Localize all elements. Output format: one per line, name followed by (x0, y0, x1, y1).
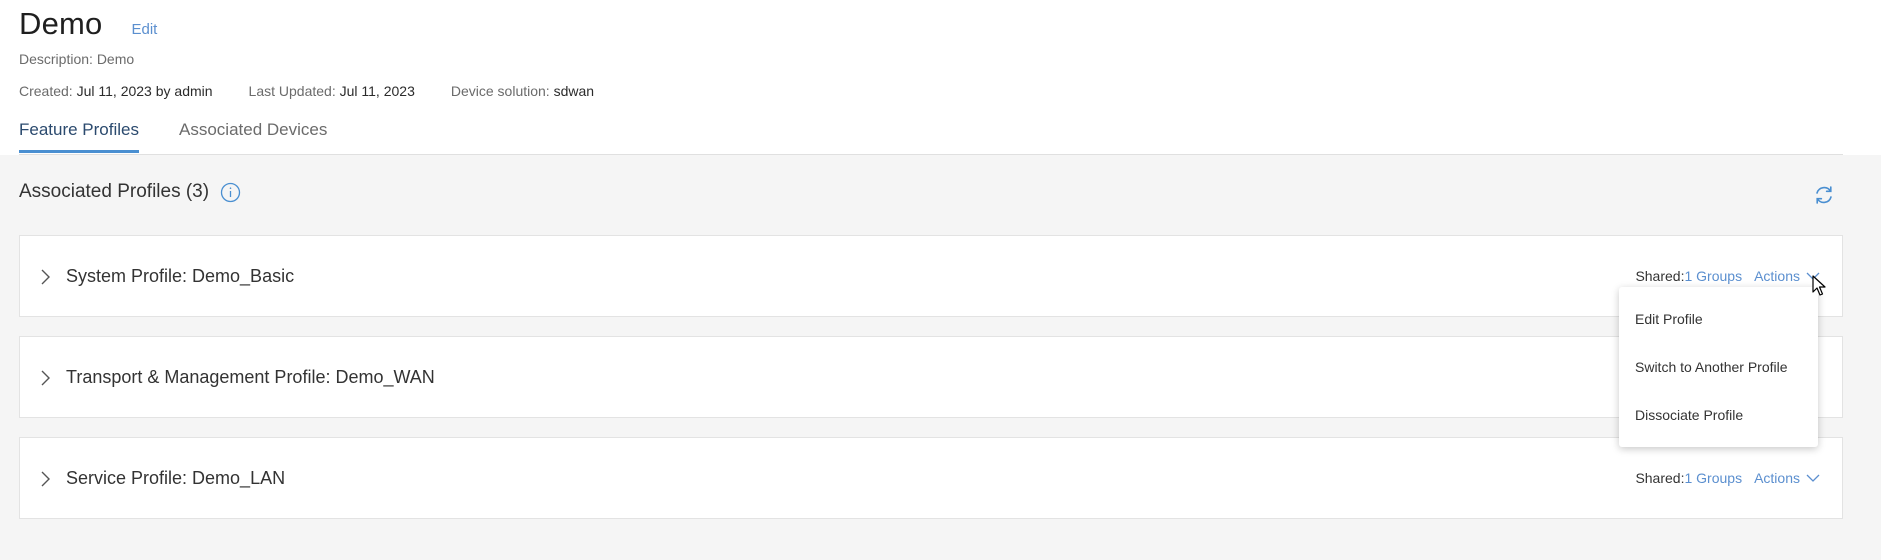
actions-dropdown[interactable]: Actions (1754, 268, 1820, 284)
profile-meta: Shared: 1 Groups Actions (1635, 470, 1820, 486)
tab-bar: Feature Profiles Associated Devices (19, 120, 367, 153)
menu-item-dissociate-profile[interactable]: Dissociate Profile (1619, 395, 1818, 443)
menu-item-edit-profile[interactable]: Edit Profile (1619, 299, 1818, 347)
mouse-cursor-icon (1812, 275, 1826, 296)
page-header: Demo Edit Description: Demo Created: Jul… (0, 0, 1881, 155)
tab-associated-devices[interactable]: Associated Devices (179, 120, 327, 152)
created-info: Created: Jul 11, 2023 by admin (19, 83, 213, 99)
created-label: Created: (19, 83, 73, 99)
description-value: Demo (96, 51, 135, 67)
solution-label: Device solution: (450, 83, 550, 99)
description-label: Description: (19, 51, 93, 67)
updated-value: Jul 11, 2023 (339, 83, 415, 99)
page-title: Demo (19, 6, 103, 41)
groups-link[interactable]: 1 Groups (1684, 470, 1742, 486)
profile-card-transport: Transport & Management Profile: Demo_WAN (19, 336, 1843, 418)
profile-card-system: System Profile: Demo_Basic Shared: 1 Gro… (19, 235, 1843, 317)
edit-link[interactable]: Edit (132, 21, 158, 38)
section-title: Associated Profiles (3) (19, 181, 210, 202)
actions-dropdown[interactable]: Actions (1754, 470, 1820, 486)
profile-name: Transport & Management Profile: Demo_WAN (66, 367, 435, 387)
refresh-icon[interactable] (1813, 184, 1835, 206)
profile-meta: Shared: 1 Groups Actions (1635, 268, 1820, 284)
info-icon[interactable] (220, 182, 241, 203)
chevron-down-icon (1806, 474, 1820, 482)
groups-link[interactable]: 1 Groups (1684, 268, 1742, 284)
actions-label: Actions (1754, 470, 1800, 486)
updated-info: Last Updated: Jul 11, 2023 (249, 83, 415, 99)
tab-feature-profiles[interactable]: Feature Profiles (19, 120, 139, 153)
actions-menu: Edit Profile Switch to Another Profile D… (1619, 287, 1818, 447)
section-header: Associated Profiles (3) (19, 181, 241, 203)
description: Description: Demo (19, 51, 134, 67)
shared-label: Shared: (1635, 470, 1685, 486)
meta-row: Created: Jul 11, 2023 by admin Last Upda… (19, 83, 630, 99)
chevron-right-icon[interactable] (35, 267, 55, 287)
chevron-right-icon[interactable] (35, 469, 55, 489)
profile-name: Service Profile: Demo_LAN (66, 468, 286, 488)
shared-label: Shared: (1635, 268, 1685, 284)
chevron-right-icon[interactable] (35, 368, 55, 388)
created-value: Jul 11, 2023 by admin (76, 83, 213, 99)
solution-info: Device solution: sdwan (451, 83, 594, 99)
profile-name: System Profile: Demo_Basic (66, 266, 295, 286)
actions-label: Actions (1754, 268, 1800, 284)
title-row: Demo Edit (19, 6, 157, 42)
profile-card-service: Service Profile: Demo_LAN Shared: 1 Grou… (19, 437, 1843, 519)
content-area: Associated Profiles (3) System Profile: … (0, 155, 1881, 560)
updated-label: Last Updated: (248, 83, 336, 99)
solution-value: sdwan (553, 83, 595, 99)
menu-item-switch-profile[interactable]: Switch to Another Profile (1619, 347, 1818, 395)
